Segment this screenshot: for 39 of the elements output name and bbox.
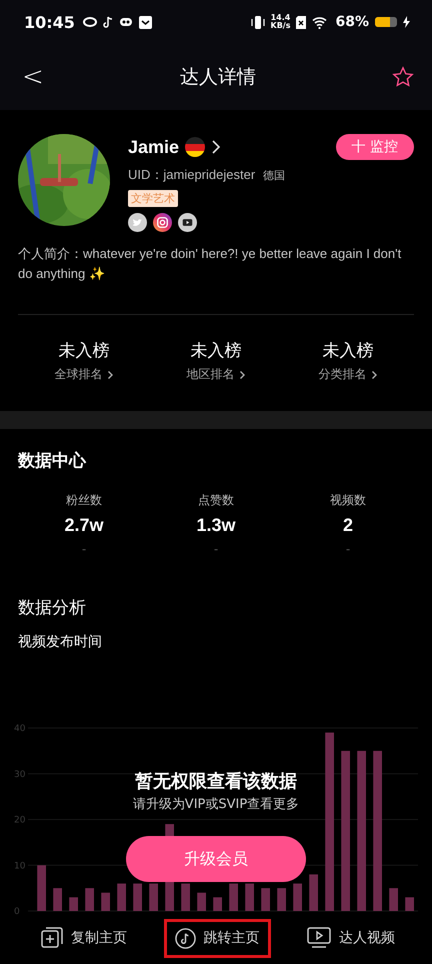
rank-value: 未入榜 xyxy=(58,340,110,362)
rank-value: 未入榜 xyxy=(190,340,242,362)
uid-text: UID：jamiepridejester xyxy=(128,166,256,184)
page-title: 达人详情 xyxy=(180,65,256,90)
bottom-action[interactable]: 跳转主页 xyxy=(164,918,270,958)
country-text: 德国 xyxy=(263,168,286,183)
network-speed: 14.4 xyxy=(270,14,290,22)
status-time: 10:45 xyxy=(24,12,75,32)
rank-value: 未入榜 xyxy=(322,340,374,362)
battery-percent: 68% xyxy=(335,14,369,30)
rank-link[interactable]: 地区排名 xyxy=(186,366,246,383)
stat-label: 粉丝数 xyxy=(66,492,102,509)
bottom-action[interactable]: 复制主页 xyxy=(30,918,138,958)
stat-label: 视频数 xyxy=(330,492,366,509)
back-button[interactable]: < xyxy=(22,62,44,92)
section-title: 数据中心 xyxy=(18,450,88,472)
section-title: 数据分析 xyxy=(18,597,87,619)
axis-tick-label: 20 xyxy=(14,816,26,826)
stat-change: - xyxy=(214,542,218,556)
stat-change: - xyxy=(346,542,350,556)
bio-text: 个人简介：whatever ye're doin' here?! ye better leave again I don't do anything ✨ xyxy=(18,245,402,283)
category-tag: 文学艺术 xyxy=(128,190,178,207)
axis-tick-label: 10 xyxy=(14,861,26,872)
bottom-action[interactable]: 达人视频 xyxy=(296,918,406,958)
rank-link[interactable]: 分类排名 xyxy=(318,366,378,383)
lock-title: 暂无权限查看该数据 xyxy=(135,770,297,793)
rank-link[interactable]: 全球排名 xyxy=(54,366,114,383)
stat-value: 1.3w xyxy=(196,515,236,536)
lock-subtitle: 请升级为VIP或SVIP查看更多 xyxy=(132,797,300,812)
stat-value: 2 xyxy=(342,515,353,536)
network-speed-unit: KB/s xyxy=(270,22,290,30)
axis-tick-label: 0 xyxy=(14,907,20,916)
stat-label: 点赞数 xyxy=(198,492,234,509)
chart-title: 视频发布时间 xyxy=(18,633,103,651)
axis-tick-label: 30 xyxy=(14,770,26,780)
stat-change: - xyxy=(82,542,86,556)
creator-name[interactable]: Jamie xyxy=(128,136,180,158)
stat-value: 2.7w xyxy=(64,515,104,536)
axis-tick-label: 40 xyxy=(14,724,26,734)
